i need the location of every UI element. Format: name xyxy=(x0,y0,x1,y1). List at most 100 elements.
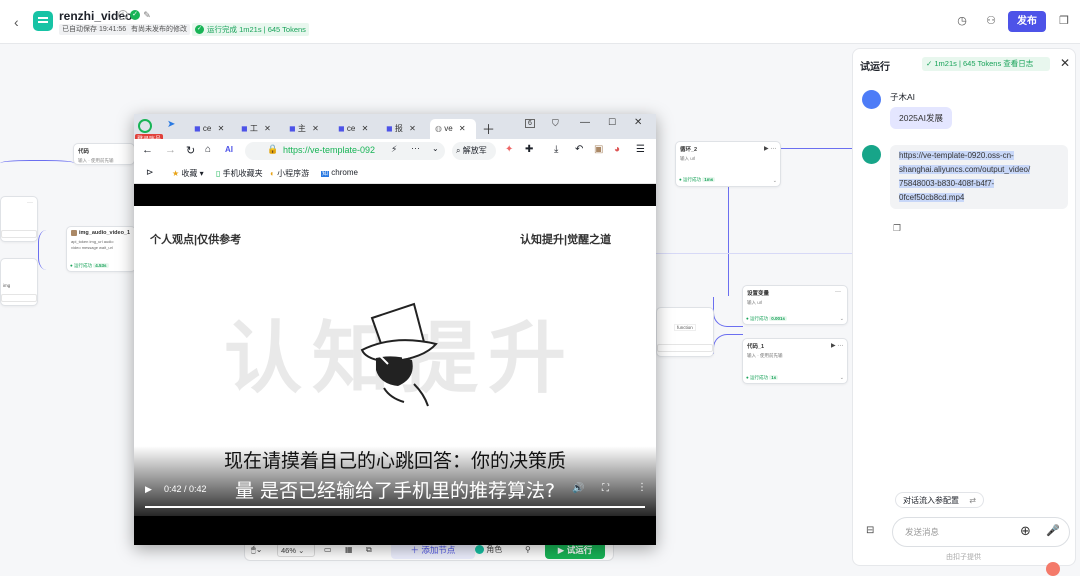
close-tab-icon[interactable]: ✕ xyxy=(459,124,466,133)
close-window-icon[interactable]: ✕ xyxy=(634,117,642,128)
collaborators-icon[interactable]: ⚇ xyxy=(984,14,998,28)
reply-link-line[interactable]: https://ve-template-0920.oss-cn- xyxy=(899,151,1014,160)
node-subtitle: 输入 · 使用前先输 xyxy=(78,158,114,163)
minimize-icon[interactable]: — xyxy=(580,117,590,128)
clear-chat-icon[interactable]: ⊟ xyxy=(866,525,874,536)
role-button[interactable]: 角色 xyxy=(475,543,502,557)
bookmark-item[interactable]: 知 chrome xyxy=(321,168,363,177)
comment-icon[interactable]: ▭ xyxy=(324,543,332,557)
extensions-icon[interactable]: ✚ xyxy=(525,144,533,155)
partial-dropdown[interactable] xyxy=(1,294,37,302)
more-icon[interactable]: ··· xyxy=(411,143,420,153)
message-input[interactable]: 发送消息 ⊕ 🎤 xyxy=(892,517,1070,547)
maximize-icon[interactable]: ☐ xyxy=(608,117,616,128)
browser-tab[interactable]: ◼ ce ✕ xyxy=(194,119,236,139)
floating-avatar[interactable] xyxy=(1046,562,1060,576)
more-icon[interactable]: ··· xyxy=(835,289,841,295)
zoom-select[interactable]: 46% ⌄ xyxy=(277,543,315,557)
video-time: 0:42 / 0:42 xyxy=(164,484,207,494)
shirt-icon[interactable]: ⛉ xyxy=(552,118,559,129)
sidebar-toggle-icon[interactable]: ⊳ xyxy=(146,167,154,178)
config-button[interactable]: 对话流入参配置 ⇄ xyxy=(895,492,984,508)
browser-tab-active[interactable]: ◍ ve ✕ xyxy=(430,119,476,139)
undo-icon[interactable]: ↶ xyxy=(575,144,583,155)
back-icon[interactable]: ‹ xyxy=(14,14,19,30)
function-node[interactable]: function xyxy=(656,307,714,357)
edit-icon[interactable]: ✎ xyxy=(142,10,152,20)
code-node[interactable]: 代码 输入 · 使用前先输 xyxy=(73,143,135,165)
close-tab-icon[interactable]: ✕ xyxy=(312,124,319,133)
tab-count[interactable]: 6 xyxy=(525,119,535,128)
bookmark-label: 收藏 xyxy=(181,169,198,178)
browser-tab[interactable]: ◼ ce ✕ xyxy=(338,119,380,139)
bookmark-item[interactable]: ▯ 手机收藏夹 xyxy=(216,168,263,179)
reply-link-line[interactable]: 0fcef50cb8cd.mp4 xyxy=(899,193,965,202)
address-field[interactable]: 🔒 https://ve-template-092 ⚡ ··· ⌄ xyxy=(245,142,445,160)
partial-node[interactable]: ··· xyxy=(0,196,38,242)
panel-title: 试运行 xyxy=(860,62,890,73)
add-attachment-icon[interactable]: ⊕ xyxy=(1020,523,1031,539)
send-icon[interactable]: ➤ xyxy=(167,119,175,130)
more-icon[interactable]: ··· xyxy=(27,200,33,206)
new-tab-icon[interactable]: ＋ xyxy=(482,119,495,138)
close-tab-icon[interactable]: ✕ xyxy=(409,124,416,133)
close-icon[interactable]: ✕ xyxy=(1060,56,1070,70)
history-icon[interactable]: ◷ xyxy=(955,14,969,28)
chevron-down-icon[interactable]: ⌄ xyxy=(840,375,844,381)
bolt-icon[interactable]: ⚡ xyxy=(391,144,397,155)
close-tab-icon[interactable]: ✕ xyxy=(218,124,225,133)
browser-tab[interactable]: ◼ 工 ✕ xyxy=(241,119,283,139)
bookmark-item[interactable]: ◐ 小程序游 xyxy=(270,168,316,179)
reply-link-line[interactable]: 75848003-b830-408f-b4f7- xyxy=(899,179,995,188)
loop-node[interactable]: 循环_2 ▶ ··· 输入 url ● 运行成功 1ms ⌄ xyxy=(675,141,781,187)
node-run-icon[interactable]: ▶ ··· xyxy=(764,145,776,152)
microphone-icon[interactable]: 🎤 xyxy=(1046,524,1060,537)
download-icon[interactable]: ⤓ xyxy=(554,144,558,155)
partial-dropdown[interactable] xyxy=(1,230,37,238)
chevron-down-icon[interactable]: ⌄ xyxy=(773,178,777,184)
node-dropdown[interactable] xyxy=(657,344,713,352)
video-progress-track[interactable] xyxy=(145,506,645,508)
more-vertical-icon[interactable]: ⋮ xyxy=(637,482,647,493)
layout-icon[interactable]: ▦ xyxy=(345,543,353,557)
forward-arrow-icon[interactable]: → xyxy=(165,144,176,156)
info-icon[interactable]: i xyxy=(118,10,128,20)
partial-node[interactable]: img xyxy=(0,258,38,306)
copy-message-icon[interactable]: ❐ xyxy=(893,223,901,234)
node-run-icon[interactable]: ▶ ··· xyxy=(831,342,843,349)
browser-window[interactable]: 登录账号 ➤ ◼ ce ✕ ◼ 工 ✕ ◼ 主 ✕ ◼ ce ✕ ◼ 报 ✕ ◍… xyxy=(134,114,656,545)
debug-icon[interactable]: ⚲ xyxy=(525,543,531,557)
browser-tab[interactable]: ◼ 报 ✕ xyxy=(386,119,428,139)
fox-extension-icon[interactable]: ✦ xyxy=(505,144,513,155)
minimap-icon[interactable]: ⧉ xyxy=(366,543,372,557)
home-icon[interactable]: ⌂ xyxy=(205,144,211,155)
search-field[interactable]: ⌕ 解放军 xyxy=(452,142,496,160)
pointer-mode-icon[interactable]: 🖱⌄ xyxy=(251,543,263,557)
connector-line xyxy=(713,297,743,327)
reply-link-line[interactable]: shanghai.aliyuncs.com/output_video/ xyxy=(899,165,1031,174)
chevron-down-icon[interactable]: ⌄ xyxy=(840,316,844,322)
reload-icon[interactable]: ↻ xyxy=(186,144,195,157)
colorwheel-icon[interactable]: ◕ xyxy=(614,144,620,155)
close-tab-icon[interactable]: ✕ xyxy=(362,124,369,133)
publish-button[interactable]: 发布 xyxy=(1008,11,1046,32)
menu-icon[interactable]: ☰ xyxy=(636,144,645,155)
browser-tab[interactable]: ◼ 主 ✕ xyxy=(289,119,331,139)
panel-badge-text: 1m21s | 645 Tokens 查看日志 xyxy=(934,59,1034,68)
chevron-down-icon[interactable]: ⌄ xyxy=(432,144,439,153)
briefcase-icon[interactable]: ▣ xyxy=(594,144,603,155)
back-arrow-icon[interactable]: ← xyxy=(142,144,153,156)
ai-icon[interactable]: AI xyxy=(225,145,233,154)
copy-icon[interactable]: ❐ xyxy=(1057,14,1071,28)
set-variable-node[interactable]: 设置变量 ··· 输入 url ● 运行成功 0.001s ⌄ xyxy=(742,285,848,325)
reply-message[interactable]: https://ve-template-0920.oss-cn- shangha… xyxy=(890,145,1068,209)
code-1-node[interactable]: 代码_1 ▶ ··· 输入 · 使用前先输 ● 运行成功 1s ⌄ xyxy=(742,338,848,384)
img-audio-video-node[interactable]: img_audio_video_1 api_token img_url audi… xyxy=(66,226,136,272)
fullscreen-icon[interactable]: ⛶ xyxy=(602,483,609,494)
bookmark-item[interactable]: ★ 收藏 ▾ xyxy=(172,168,204,179)
play-icon[interactable]: ▶ xyxy=(145,484,152,495)
video-player[interactable]: 个人观点|仅供参考 认知提升|觉醒之道 认知提升 现在请摸着自己的心跳回答：你的… xyxy=(134,206,656,516)
panel-status-badge[interactable]: ✓ 1m21s | 645 Tokens 查看日志 xyxy=(922,57,1050,71)
close-tab-icon[interactable]: ✕ xyxy=(264,124,271,133)
volume-icon[interactable]: 🔊 xyxy=(572,483,584,494)
